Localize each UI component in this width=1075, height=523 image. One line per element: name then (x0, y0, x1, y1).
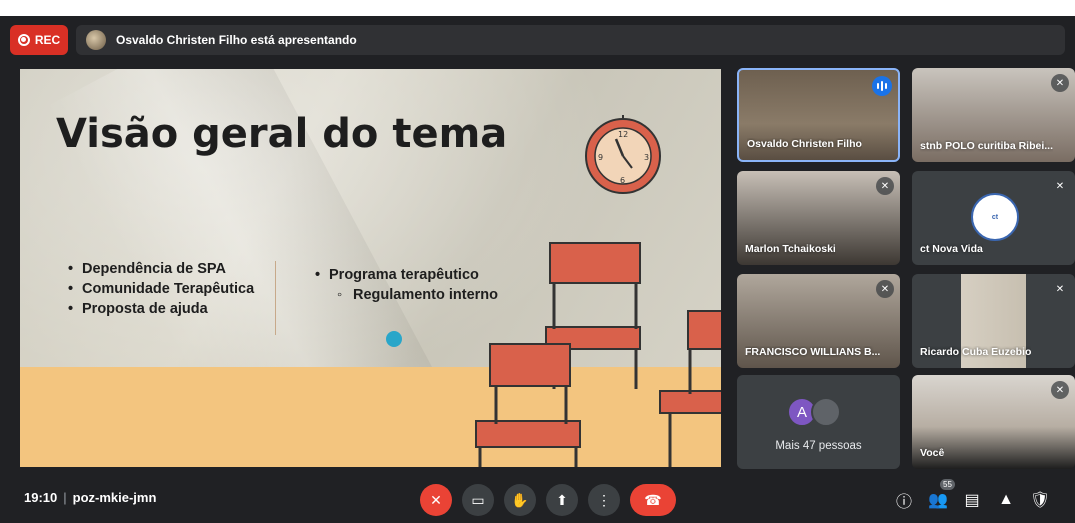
recording-label: REC (34, 32, 61, 47)
participant-count-badge: 55 (940, 479, 955, 490)
speaking-indicator-icon (872, 76, 892, 96)
bullet-item: Proposta de ajuda (68, 299, 258, 319)
more-people-label: Mais 47 pessoas (775, 440, 862, 452)
slide-title: Visão geral do tema (56, 111, 508, 157)
mic-off-icon: ✕ (876, 177, 894, 195)
bullet-item: Comunidade Terapêutica (68, 279, 258, 299)
participant-name: stnb POLO curitiba Ribei... (920, 140, 1054, 152)
participant-tile[interactable]: Osvaldo Christen Filho (737, 68, 900, 162)
avatar (811, 397, 841, 427)
mic-off-icon: ✕ (1051, 280, 1069, 298)
left-bullet-list: Dependência de SPA Comunidade Terapêutic… (68, 259, 258, 319)
bullet-item: Programa terapêutico (315, 265, 515, 285)
clock-time: 19:10 (24, 490, 58, 505)
side-panel-controls: ⓘ 👥 55 ▤ ▲ 🛡 (893, 479, 1051, 511)
camera-icon[interactable]: ▭ (462, 484, 494, 516)
presenter-avatar (86, 29, 106, 50)
pointer-cursor-icon (386, 331, 402, 347)
self-view-tile[interactable]: ✕ Você (912, 375, 1075, 469)
svg-text:9: 9 (598, 153, 603, 162)
recording-indicator[interactable]: REC (10, 24, 68, 55)
clock-illustration: 12 3 6 9 (585, 115, 661, 194)
participant-name: Você (920, 447, 945, 459)
record-icon (17, 33, 30, 46)
mic-off-icon[interactable]: ✕ (420, 484, 452, 516)
info-icon[interactable]: ⓘ (893, 489, 915, 511)
sub-bullet-item: Regulamento interno (315, 285, 515, 305)
hang-up-icon[interactable]: ☎ (630, 484, 676, 516)
presenting-text: Osvaldo Christen Filho está apresentando (116, 32, 357, 47)
top-band (0, 0, 1075, 16)
more-options-icon[interactable]: ⋮ (588, 484, 620, 516)
svg-text:3: 3 (644, 153, 649, 162)
nova-vida-logo: ct (971, 193, 1019, 241)
bottom-bar: 19:10 | poz-mkie-jmn ✕ ▭ ✋ ⬆ ⋮ ☎ ⓘ 👥 55 ▤ ▲… (0, 472, 1075, 523)
participant-tile[interactable]: ✕ FRANCISCO WILLIANS B... (737, 274, 900, 368)
participant-name: Osvaldo Christen Filho (747, 138, 862, 150)
raise-hand-icon[interactable]: ✋ (504, 484, 536, 516)
presentation-slide: Visão geral do tema 12 3 6 9 Dependência… (20, 69, 721, 467)
participant-name: Marlon Tchaikoski (745, 243, 836, 255)
mic-off-icon: ✕ (1051, 381, 1069, 399)
svg-text:6: 6 (620, 176, 625, 185)
presenting-banner[interactable]: Osvaldo Christen Filho está apresentando (76, 24, 1065, 55)
participant-name: Ricardo Cuba Euzebio (920, 346, 1032, 358)
chat-icon[interactable]: ▤ (961, 489, 983, 511)
column-divider (275, 261, 276, 335)
top-bar: REC Osvaldo Christen Filho está apresent… (10, 23, 1065, 56)
activities-icon[interactable]: ▲ (995, 489, 1017, 511)
security-icon[interactable]: 🛡 (1029, 489, 1051, 511)
present-icon[interactable]: ⬆ (546, 484, 578, 516)
people-icon[interactable]: 👥 55 (927, 479, 955, 511)
call-controls: ✕ ▭ ✋ ⬆ ⋮ ☎ (420, 484, 676, 516)
svg-text:12: 12 (618, 130, 628, 139)
mic-off-icon: ✕ (1051, 74, 1069, 92)
right-bullet-list: Programa terapêutico Regulamento interno (315, 265, 515, 305)
participant-name: FRANCISCO WILLIANS B... (745, 346, 881, 358)
meeting-info: 19:10 | poz-mkie-jmn (24, 490, 157, 505)
participant-tile[interactable]: ✕ Marlon Tchaikoski (737, 171, 900, 265)
mic-off-icon: ✕ (876, 280, 894, 298)
bullet-item: Dependência de SPA (68, 259, 258, 279)
participant-name: ct Nova Vida (920, 243, 983, 255)
more-people-tile[interactable]: A Mais 47 pessoas (737, 375, 900, 469)
participant-tile[interactable]: ✕ Ricardo Cuba Euzebio (912, 274, 1075, 368)
more-people-avatars: A (787, 397, 841, 427)
mic-off-icon: ✕ (1051, 177, 1069, 195)
meeting-code[interactable]: poz-mkie-jmn (73, 490, 157, 505)
participant-tile[interactable]: ✕ ct ct Nova Vida (912, 171, 1075, 265)
participant-tile[interactable]: ✕ stnb POLO curitiba Ribei... (912, 68, 1075, 162)
